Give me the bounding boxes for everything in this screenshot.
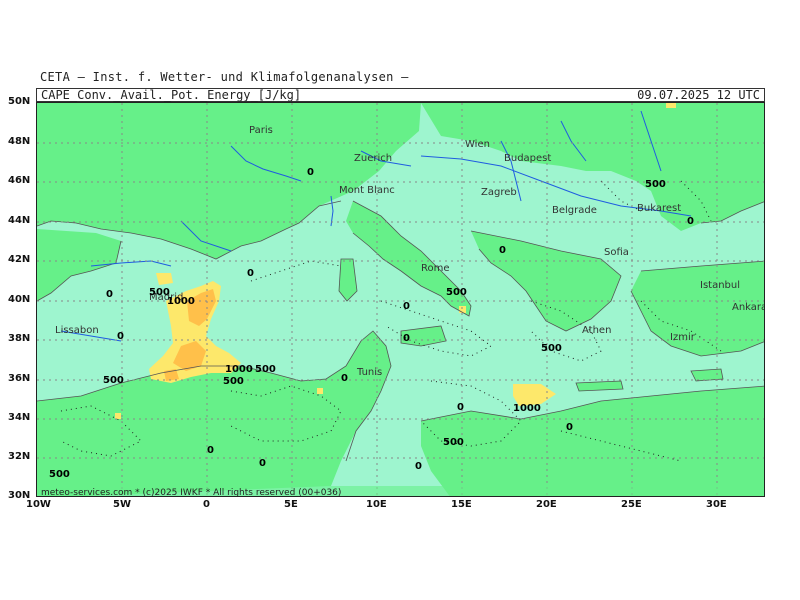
lat-tick-label: 38N: [8, 333, 31, 344]
contour-label: 1000: [513, 403, 541, 414]
contour-label: 0: [457, 402, 464, 413]
city-label: Budapest: [504, 153, 551, 164]
title-bar: CAPE_Conv._Avail._Pot._Energy_[J/kg] 09.…: [36, 88, 765, 102]
contour-label: 0: [247, 268, 254, 279]
city-label: Zuerich: [354, 153, 392, 164]
lon-tick-label: 30E: [706, 499, 727, 510]
contour-label: 0: [403, 333, 410, 344]
lat-tick-label: 34N: [8, 412, 31, 423]
contour-label: 500: [223, 376, 244, 387]
contour-label: 0: [415, 461, 422, 472]
lat-tick-label: 50N: [8, 96, 31, 107]
lat-tick-label: 46N: [8, 175, 31, 186]
lon-tick-label: 15E: [451, 499, 472, 510]
contour-label: 0: [341, 373, 348, 384]
lat-tick-label: 42N: [8, 254, 31, 265]
contour-label: 0: [499, 245, 506, 256]
lon-tick-label: 5W: [113, 499, 131, 510]
contour-label: 500: [446, 287, 467, 298]
contour-label: 500: [49, 469, 70, 480]
contour-label: 0: [207, 445, 214, 456]
map-canvas: Paris Wien Zuerich Budapest Mont Blanc Z…: [37, 103, 765, 497]
contour-label: 0: [687, 216, 694, 227]
lon-tick-label: 25E: [621, 499, 642, 510]
city-label: Athen: [582, 325, 611, 336]
city-label: Tunis: [356, 367, 382, 378]
lon-tick-label: 10E: [366, 499, 387, 510]
parameter-label: CAPE_Conv._Avail._Pot._Energy_[J/kg]: [41, 88, 302, 102]
contour-label: 1000: [225, 364, 253, 375]
contour-label: 500: [645, 179, 666, 190]
city-label: Rome: [421, 263, 450, 274]
valid-time: 09.07.2025 12 UTC: [637, 88, 760, 102]
contour-label: 0: [307, 167, 314, 178]
city-label: Paris: [249, 125, 273, 136]
city-label: Ankara: [732, 302, 765, 313]
contour-label: 0: [566, 422, 573, 433]
city-label: Lissabon: [55, 325, 99, 336]
lat-tick-label: 36N: [8, 373, 31, 384]
city-label: Zagreb: [481, 187, 517, 198]
institute-title: CETA – Inst. f. Wetter- und Klimafolgena…: [40, 70, 409, 84]
contour-label: 500: [541, 343, 562, 354]
lat-tick-label: 40N: [8, 294, 31, 305]
lon-tick-label: 20E: [536, 499, 557, 510]
contour-label: 0: [259, 458, 266, 469]
lat-tick-label: 32N: [8, 451, 31, 462]
lat-tick-label: 44N: [8, 215, 31, 226]
contour-label: 1000: [167, 296, 195, 307]
contour-label: 500: [255, 364, 276, 375]
city-label: Izmir: [670, 332, 696, 343]
city-label: Istanbul: [700, 280, 740, 291]
lat-tick-label: 48N: [8, 136, 31, 147]
lon-tick-label: 0: [203, 499, 210, 510]
contour-label: 500: [443, 437, 464, 448]
lon-tick-label: 5E: [284, 499, 298, 510]
city-label: Wien: [465, 139, 490, 150]
city-label: Bukarest: [637, 203, 681, 214]
city-label: Mont Blanc: [339, 185, 395, 196]
contour-label: 500: [103, 375, 124, 386]
contour-label: 0: [106, 289, 113, 300]
credit-text: meteo-services.com * (c)2025 IWKF * All …: [41, 488, 341, 497]
city-label: Belgrade: [552, 205, 597, 216]
city-label: Sofia: [604, 247, 629, 258]
contour-label: 0: [403, 301, 410, 312]
lon-tick-label: 10W: [26, 499, 51, 510]
cape-map: Paris Wien Zuerich Budapest Mont Blanc Z…: [36, 102, 765, 497]
contour-label: 0: [117, 331, 124, 342]
